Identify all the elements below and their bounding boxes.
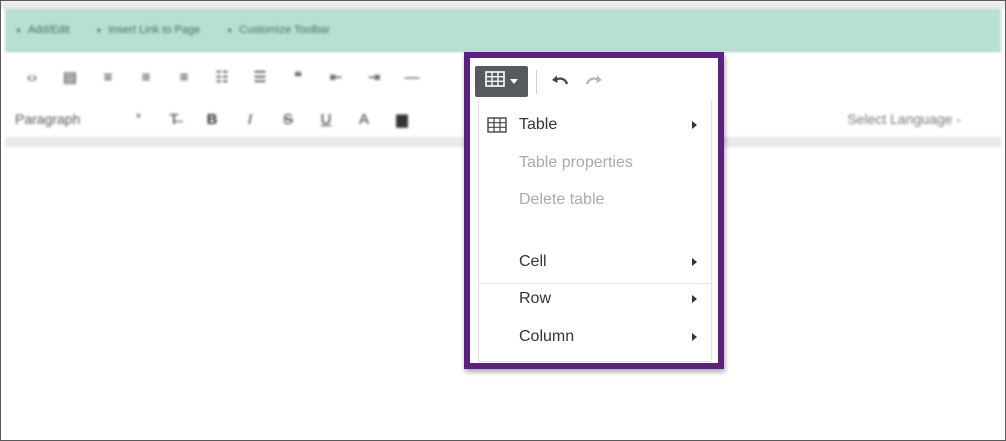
menu-item-label: Row bbox=[519, 290, 552, 307]
strikethrough-icon[interactable]: S bbox=[269, 105, 307, 133]
bold-icon[interactable]: B bbox=[193, 105, 231, 133]
table-menu-button[interactable] bbox=[475, 66, 528, 97]
table-icon bbox=[487, 117, 507, 138]
screenshot-frame: ▼ Add/Edit ▼ Insert Link to Page ▼ Customiz… bbox=[0, 0, 1006, 441]
redo-icon bbox=[585, 75, 602, 84]
menu-item-table[interactable]: Table bbox=[479, 108, 711, 142]
teal-item-add-edit[interactable]: ▼ Add/Edit bbox=[15, 24, 70, 36]
align-right-icon[interactable]: ≡ bbox=[165, 63, 203, 91]
menu-item-label: Column bbox=[519, 328, 575, 345]
menu-item-column[interactable]: Column bbox=[479, 320, 711, 354]
chevron-down-icon bbox=[510, 79, 518, 84]
teal-item-customize[interactable]: ▼ Customize Toolbar bbox=[226, 24, 330, 36]
language-select-value: Select Language bbox=[847, 111, 953, 127]
chevron-right-icon bbox=[692, 295, 697, 303]
numbered-list-icon[interactable]: ☰ bbox=[241, 63, 279, 91]
background-color-icon[interactable]: ▆ bbox=[383, 105, 421, 133]
table-dropdown-menu: Table Table properties Delete table Cell… bbox=[478, 100, 712, 362]
menu-item-delete-table: Delete table bbox=[479, 183, 711, 217]
menu-item-row[interactable]: Row bbox=[479, 282, 711, 316]
custom-toolbar-bar: ▼ Add/Edit ▼ Insert Link to Page ▼ Customiz… bbox=[5, 9, 1001, 52]
redo-button[interactable] bbox=[577, 66, 611, 97]
menu-item-label: Table bbox=[519, 116, 558, 133]
teal-item-label: Add/Edit bbox=[27, 24, 70, 36]
underline-icon[interactable]: U bbox=[307, 105, 345, 133]
top-strip bbox=[1, 1, 1005, 9]
teal-item-label: Insert Link to Page bbox=[108, 24, 201, 36]
text-color-icon[interactable]: A bbox=[345, 105, 383, 133]
align-left-icon[interactable]: ≡ bbox=[89, 63, 127, 91]
chevron-right-icon bbox=[692, 121, 697, 129]
menu-item-label: Cell bbox=[519, 253, 547, 270]
format-select[interactable]: Paragraph ▾ bbox=[15, 111, 155, 127]
language-select[interactable]: Select Language - bbox=[847, 111, 961, 127]
outdent-icon[interactable]: ⇤ bbox=[317, 63, 355, 91]
horizontal-rule-icon[interactable]: — bbox=[393, 63, 431, 91]
menu-item-cell[interactable]: Cell bbox=[479, 245, 711, 279]
menu-item-label: Delete table bbox=[519, 191, 605, 208]
blockquote-icon[interactable]: ❝ bbox=[279, 63, 317, 91]
italic-icon[interactable]: I bbox=[231, 105, 269, 133]
clear-format-icon[interactable]: T̶ bbox=[155, 105, 193, 133]
align-center-icon[interactable]: ≡ bbox=[127, 63, 165, 91]
undo-button[interactable] bbox=[543, 66, 577, 97]
chevron-right-icon bbox=[692, 333, 697, 341]
format-select-value: Paragraph bbox=[15, 111, 81, 127]
undo-icon bbox=[552, 75, 569, 84]
toolbar-divider bbox=[536, 69, 537, 94]
source-code-icon[interactable]: ‹› bbox=[13, 63, 51, 91]
teal-item-insert-link[interactable]: ▼ Insert Link to Page bbox=[96, 24, 201, 36]
indent-icon[interactable]: ⇥ bbox=[355, 63, 393, 91]
highlight-box: Table Table properties Delete table Cell… bbox=[464, 52, 724, 369]
table-icon bbox=[485, 71, 505, 92]
teal-item-label: Customize Toolbar bbox=[239, 24, 331, 36]
chevron-down-icon: ▾ bbox=[135, 111, 141, 122]
bullet-list-icon[interactable]: ☷ bbox=[203, 63, 241, 91]
menu-item-label: Table properties bbox=[519, 154, 633, 171]
paste-icon[interactable]: ▤ bbox=[51, 63, 89, 91]
popup-toolbar bbox=[475, 63, 715, 100]
chevron-right-icon bbox=[692, 258, 697, 266]
menu-item-table-properties: Table properties bbox=[479, 146, 711, 180]
